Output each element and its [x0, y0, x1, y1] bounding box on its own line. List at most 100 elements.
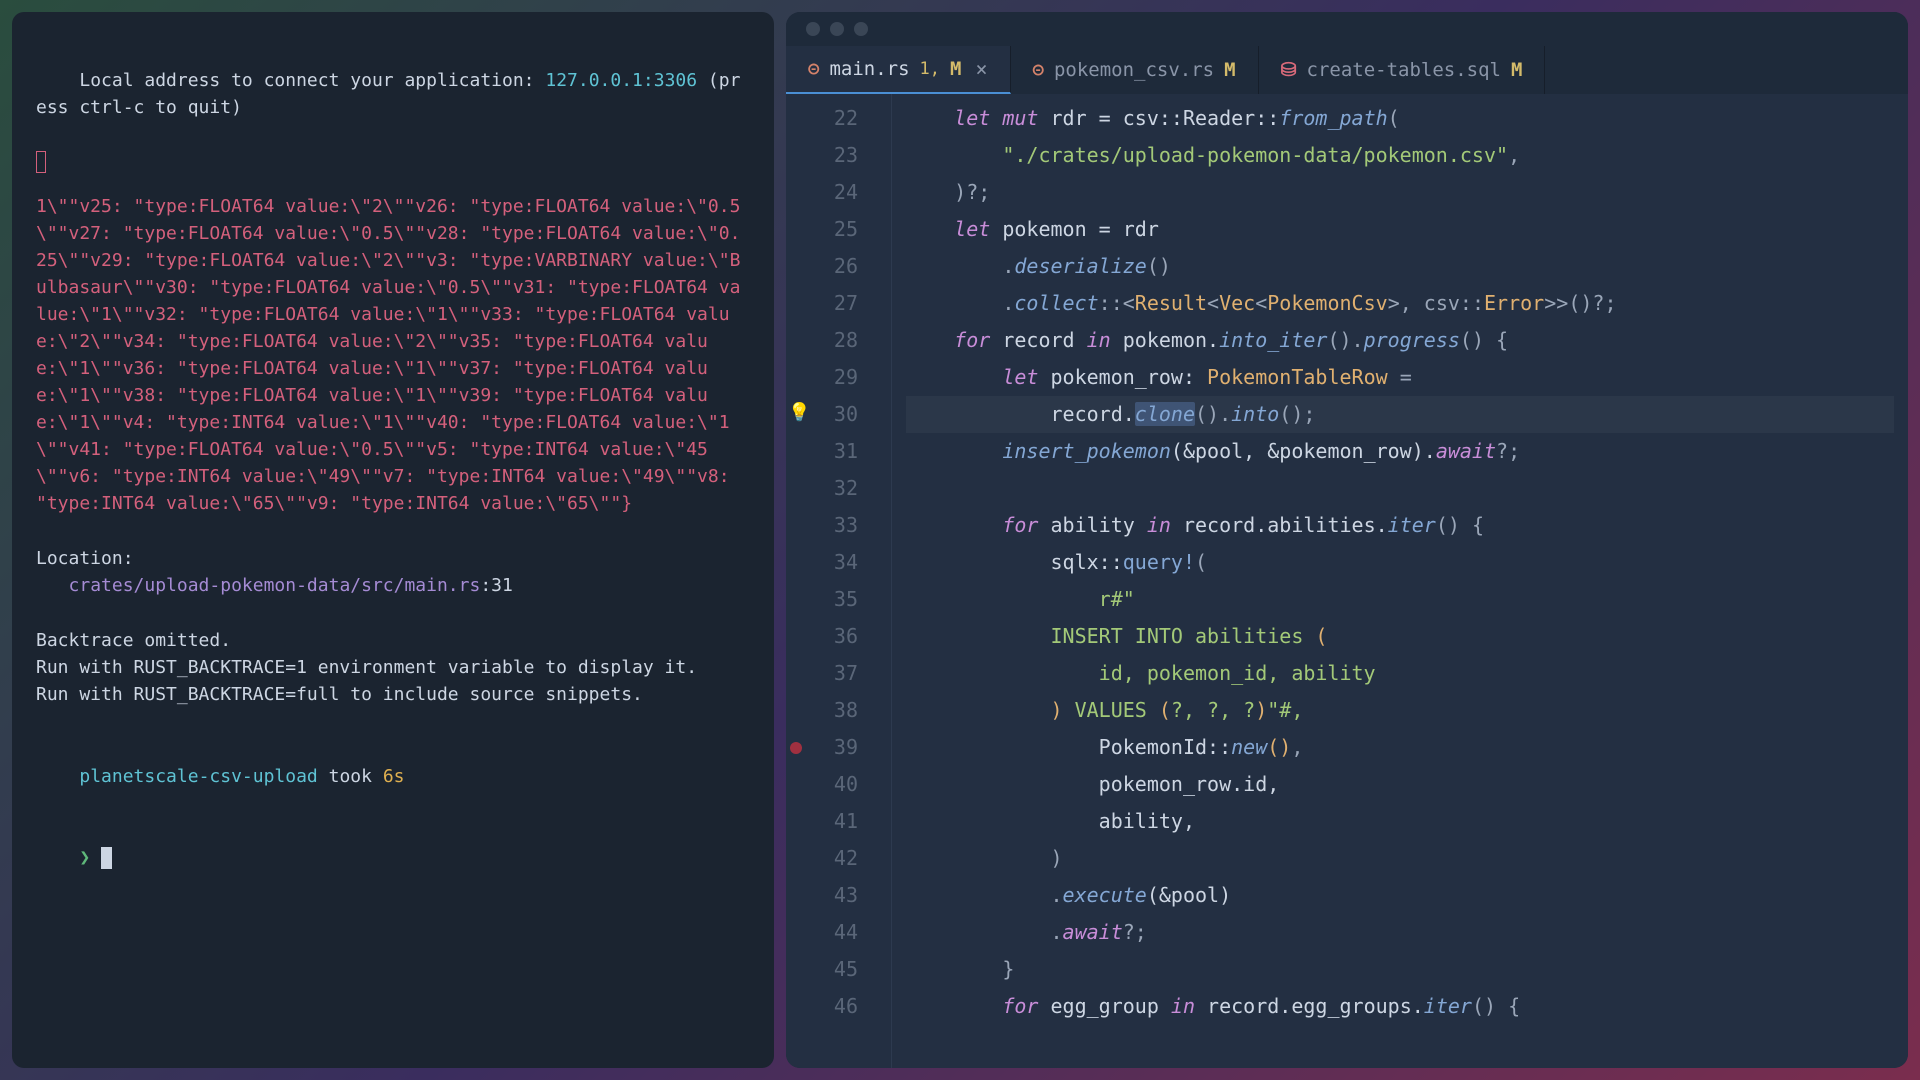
- lightbulb-icon[interactable]: 💡: [788, 402, 810, 423]
- code-line[interactable]: .await?;: [906, 914, 1894, 951]
- code-line[interactable]: for egg_group in record.egg_groups.iter(…: [906, 988, 1894, 1025]
- code-token: (&pool, &pokemon_row).: [1171, 439, 1436, 463]
- location-path-line: crates/upload-pokemon-data/src/main.rs:3…: [36, 572, 750, 599]
- connect-address: 127.0.0.1:3306: [545, 70, 697, 91]
- line-number: 24: [816, 174, 858, 211]
- line-number: 31: [816, 433, 858, 470]
- terminal-cursor: [101, 847, 112, 869]
- window-maximize-button[interactable]: [854, 22, 868, 36]
- window-traffic-lights: [786, 12, 1908, 46]
- code-token: <: [1207, 291, 1219, 315]
- prompt-input-line[interactable]: ❯: [36, 817, 750, 898]
- terminal-panel[interactable]: Local address to connect your applicatio…: [12, 12, 774, 1068]
- code-token: pokemon.: [1123, 328, 1219, 352]
- code-token: [906, 513, 1002, 537]
- code-token: insert_pokemon: [1002, 439, 1171, 463]
- line-number: 38: [816, 692, 858, 729]
- tab-label: create-tables.sql: [1307, 59, 1501, 81]
- code-token: mut: [1002, 106, 1050, 130]
- tab-diagnostic-count: 1,: [920, 59, 940, 79]
- window-close-button[interactable]: [806, 22, 820, 36]
- code-line[interactable]: record.clone().into();: [906, 396, 1894, 433]
- code-token: .: [906, 254, 1014, 278]
- code-token: [906, 439, 1002, 463]
- prompt-time: 6s: [383, 766, 405, 787]
- code-token: for: [954, 328, 1002, 352]
- code-token: execute: [1063, 883, 1147, 907]
- code-line[interactable]: INSERT INTO abilities (: [906, 618, 1894, 655]
- code-token: <: [1255, 291, 1267, 315]
- line-number: 44: [816, 914, 858, 951]
- code-token: r#": [1099, 587, 1135, 611]
- line-number: 27: [816, 285, 858, 322]
- code-token: ability,: [906, 809, 1195, 833]
- code-line[interactable]: ability,: [906, 803, 1894, 840]
- line-number: 23: [816, 137, 858, 174]
- code-line[interactable]: )?;: [906, 174, 1894, 211]
- code-line[interactable]: for record in pokemon.into_iter().progre…: [906, 322, 1894, 359]
- code-token: () {: [1472, 994, 1520, 1018]
- code-line[interactable]: PokemonId::new(),: [906, 729, 1894, 766]
- code-token: (: [1388, 106, 1400, 130]
- code-token: [906, 143, 1002, 167]
- code-token: progress: [1364, 328, 1460, 352]
- breakpoint-indicator[interactable]: [790, 742, 802, 754]
- code-token: let: [954, 106, 1002, 130]
- gutter-indicators: 💡: [786, 94, 816, 1068]
- tab-main-rs[interactable]: ⊝main.rs1,M×: [786, 46, 1011, 94]
- code-token: for: [1002, 994, 1050, 1018]
- code-token: ): [1255, 698, 1267, 722]
- code-line[interactable]: .deserialize(): [906, 248, 1894, 285]
- code-line[interactable]: let pokemon = rdr: [906, 211, 1894, 248]
- code-line[interactable]: .collect::<Result<Vec<PokemonCsv>, csv::…: [906, 285, 1894, 322]
- code-token: pokemon = rdr: [1002, 217, 1159, 241]
- code-token: egg_group: [1051, 994, 1171, 1018]
- tab-modified-indicator: M: [950, 58, 961, 80]
- code-line[interactable]: "./crates/upload-pokemon-data/pokemon.cs…: [906, 137, 1894, 174]
- code-line[interactable]: let mut rdr = csv::Reader::from_path(: [906, 100, 1894, 137]
- code-token: ?;: [1123, 920, 1147, 944]
- line-number: 35: [816, 581, 858, 618]
- window-minimize-button[interactable]: [830, 22, 844, 36]
- line-number: 26: [816, 248, 858, 285]
- tab-pokemon_csv-rs[interactable]: ⊝pokemon_csv.rsM: [1011, 46, 1259, 94]
- code-token: record.egg_groups.: [1207, 994, 1424, 1018]
- tab-modified-indicator: M: [1511, 59, 1522, 81]
- code-token: "./crates/upload-pokemon-data/pokemon.cs…: [1002, 143, 1508, 167]
- code-line[interactable]: let pokemon_row: PokemonTableRow =: [906, 359, 1894, 396]
- line-number: 34: [816, 544, 858, 581]
- code-line[interactable]: pokemon_row.id,: [906, 766, 1894, 803]
- code-line[interactable]: ): [906, 840, 1894, 877]
- line-number: 28: [816, 322, 858, 359]
- code-line[interactable]: }: [906, 951, 1894, 988]
- code-line[interactable]: sqlx::query!(: [906, 544, 1894, 581]
- code-line[interactable]: ) VALUES (?, ?, ?)"#,: [906, 692, 1894, 729]
- code-token: PokemonId::: [906, 735, 1231, 759]
- code-token: await: [1436, 439, 1496, 463]
- code-token: in: [1171, 994, 1207, 1018]
- code-line[interactable]: [906, 470, 1894, 507]
- code-line[interactable]: id, pokemon_id, ability: [906, 655, 1894, 692]
- line-number: 37: [816, 655, 858, 692]
- rust-icon: ⊝: [1033, 59, 1044, 81]
- tab-close-button[interactable]: ×: [975, 57, 987, 81]
- connect-prefix: Local address to connect your applicatio…: [79, 70, 545, 91]
- code-token: PokemonTableRow: [1207, 365, 1388, 389]
- code-token: ().: [1195, 402, 1231, 426]
- code-token: [906, 587, 1099, 611]
- code-token: "#,: [1267, 698, 1303, 722]
- line-number: 41: [816, 803, 858, 840]
- code-line[interactable]: .execute(&pool): [906, 877, 1894, 914]
- code-line[interactable]: for ability in record.abilities.iter() {: [906, 507, 1894, 544]
- code-line[interactable]: insert_pokemon(&pool, &pokemon_row).awai…: [906, 433, 1894, 470]
- code-token: (): [1267, 735, 1291, 759]
- code-token: iter: [1388, 513, 1436, 537]
- code-area[interactable]: let mut rdr = csv::Reader::from_path( ".…: [892, 94, 1908, 1068]
- tab-create-tables-sql[interactable]: ⛁create-tables.sqlM: [1259, 46, 1546, 94]
- line-number: 45: [816, 951, 858, 988]
- tab-label: pokemon_csv.rs: [1054, 59, 1214, 81]
- code-line[interactable]: r#": [906, 581, 1894, 618]
- prompt-project: planetscale-csv-upload: [79, 766, 317, 787]
- terminal-cursor-line: [36, 148, 750, 175]
- code-token: in: [1087, 328, 1123, 352]
